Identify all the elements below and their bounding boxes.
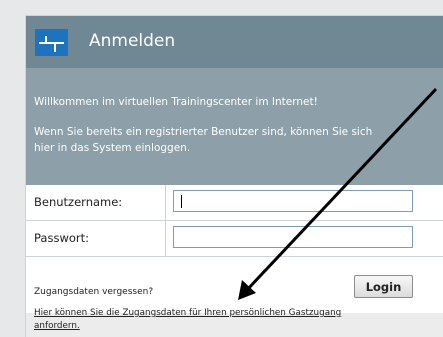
guest-link-line: Hier können Sie die Zugangsdaten für Ihr… <box>34 308 342 318</box>
login-form: Benutzername: Passwort: Zugangsdaten ver… <box>26 185 443 313</box>
welcome-line: Willkommen im virtuellen Trainingscenter… <box>34 96 318 108</box>
username-input[interactable] <box>173 190 413 212</box>
forgot-credentials-text: Zugangsdaten vergessen? <box>34 287 154 297</box>
login-button[interactable]: Login <box>354 275 413 298</box>
password-label-cell: Passwort: <box>26 221 166 256</box>
welcome-line: hier in das System einloggen. <box>34 142 191 154</box>
username-label: Benutzername: <box>34 195 123 209</box>
network-lines-icon <box>35 29 68 56</box>
username-label-cell: Benutzername: <box>26 185 166 220</box>
password-label: Passwort: <box>34 231 90 245</box>
password-input[interactable] <box>173 226 413 248</box>
welcome-line: Wenn Sie bereits ein registrierter Benut… <box>34 126 373 138</box>
guest-link-line: anfordern. <box>34 321 80 331</box>
page-title: Anmelden <box>89 31 176 51</box>
welcome-box: Willkommen im virtuellen Trainingscenter… <box>26 68 443 185</box>
password-row: Passwort: <box>26 221 443 257</box>
guest-access-link[interactable]: Hier können Sie die Zugangsdaten für Ihr… <box>34 307 429 333</box>
login-panel: Anmelden Willkommen im virtuellen Traini… <box>25 15 443 337</box>
login-header: Anmelden <box>26 16 443 68</box>
username-row: Benutzername: <box>26 185 443 221</box>
text-cursor <box>181 195 182 208</box>
